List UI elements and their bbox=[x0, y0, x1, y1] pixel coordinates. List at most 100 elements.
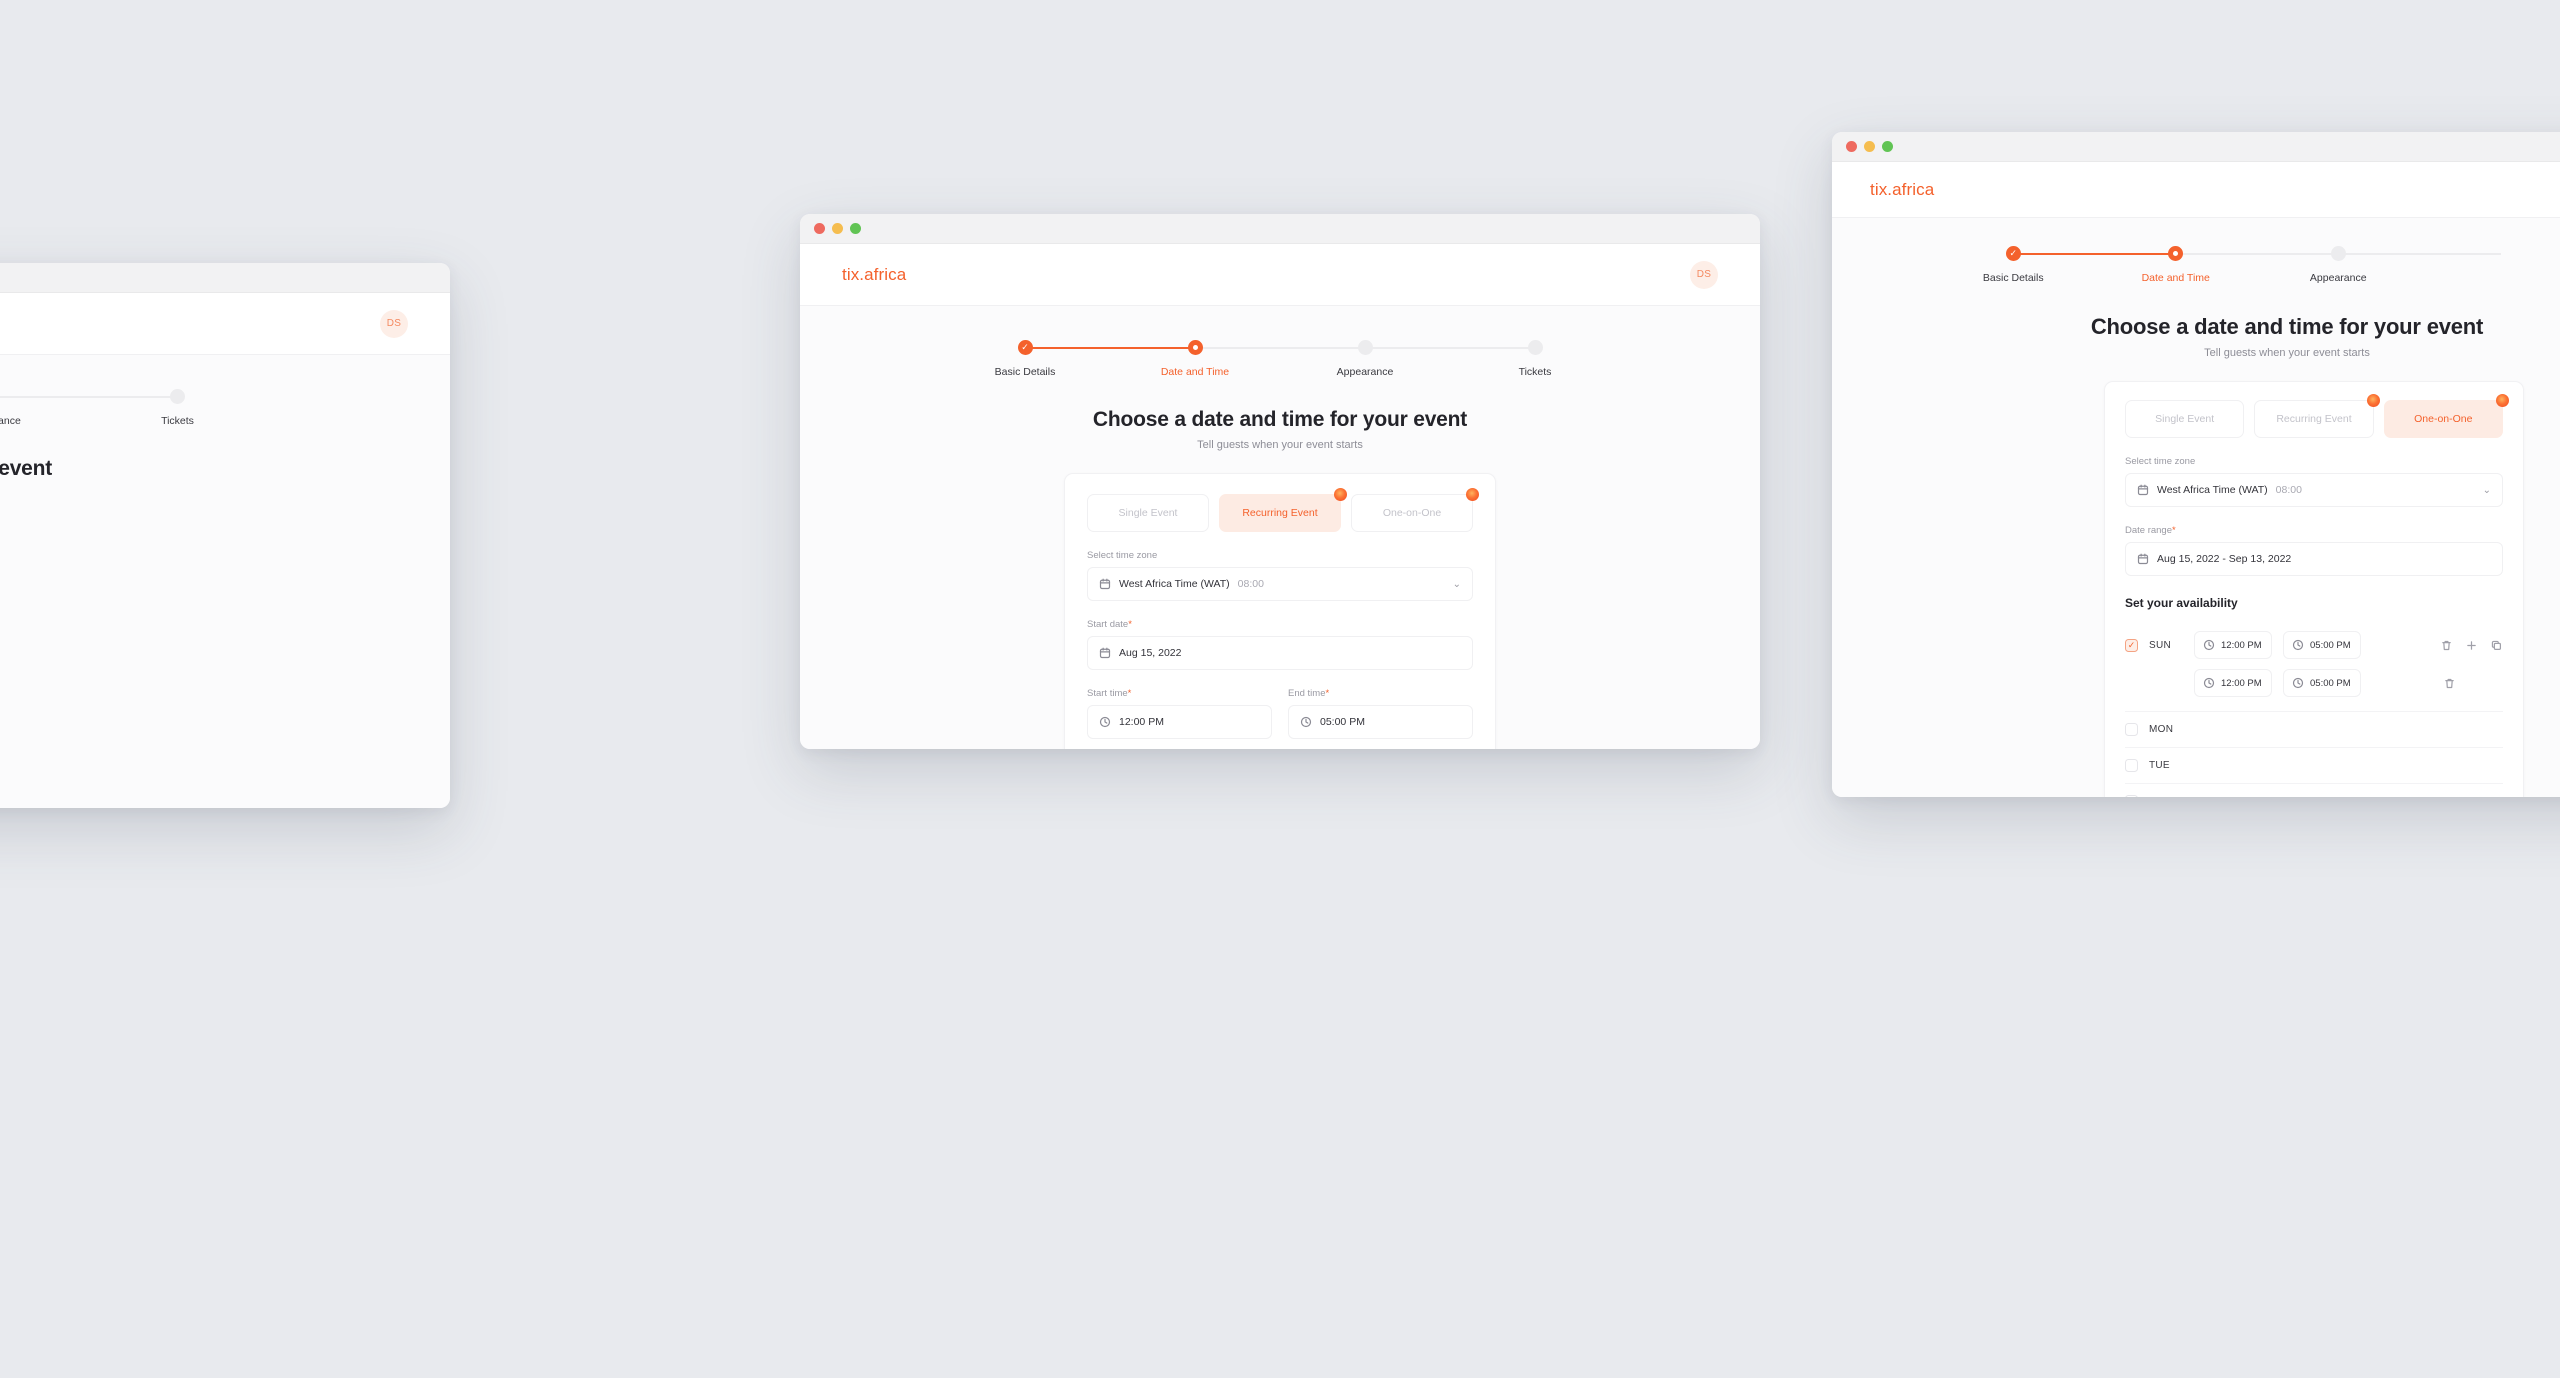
step-basic-details[interactable]: Basic Details bbox=[1932, 246, 2176, 284]
step-label: Appearance bbox=[2309, 272, 2367, 284]
time-row: Start time* 12:00 PM End time* 05:00 PM bbox=[1087, 688, 1473, 739]
close-window-icon[interactable] bbox=[814, 223, 825, 234]
step-label: Tickets bbox=[161, 415, 194, 427]
end-time-value: 05:00 PM bbox=[1320, 716, 1365, 728]
window-titlebar bbox=[1832, 132, 2560, 162]
start-time-input[interactable]: 12:00 PM bbox=[1087, 705, 1272, 739]
page-subtitle: Tell guests when your event starts bbox=[1197, 439, 1363, 451]
step-appearance[interactable]: Appearance bbox=[1280, 340, 1535, 378]
page-heading: Choose a date and time for your event Te… bbox=[800, 408, 1760, 451]
brand-logo[interactable]: tix.africa bbox=[1870, 180, 1934, 200]
new-feature-badge-icon bbox=[1334, 488, 1347, 501]
slot-start-time[interactable]: 12:00 PM bbox=[2194, 669, 2272, 697]
page-heading: Choose a date and time for your event Te… bbox=[0, 457, 235, 500]
maximize-window-icon[interactable] bbox=[850, 223, 861, 234]
slot-end-time[interactable]: 05:00 PM bbox=[2283, 669, 2361, 697]
step-tickets[interactable]: Tickets bbox=[1450, 340, 1620, 378]
trash-icon[interactable] bbox=[2443, 677, 2456, 690]
avatar[interactable]: DS bbox=[380, 309, 408, 338]
day-label: MON bbox=[2149, 724, 2174, 735]
step-basic-details[interactable]: Basic Details bbox=[940, 340, 1195, 378]
tab-label: One-on-One bbox=[2414, 413, 2473, 425]
plus-icon[interactable] bbox=[2465, 639, 2478, 652]
card-body: Single Event Recurring Event One-on-One … bbox=[1065, 474, 1495, 749]
step-label: Appearance bbox=[0, 415, 21, 427]
event-type-tabs: Single Event Recurring Event One-on-One bbox=[1087, 488, 1479, 532]
day-checkbox-tue[interactable] bbox=[2125, 759, 2138, 772]
step-tickets[interactable] bbox=[2420, 246, 2560, 284]
minimize-window-icon[interactable] bbox=[832, 223, 843, 234]
tab-recurring-event[interactable]: Recurring Event bbox=[2254, 394, 2380, 438]
tab-label: Single Event bbox=[2155, 413, 2215, 425]
minimize-window-icon[interactable] bbox=[1864, 141, 1875, 152]
end-time-label: End time* bbox=[1288, 688, 1330, 699]
day-label: WED bbox=[2149, 796, 2183, 797]
slot-end-time[interactable]: 05:00 PM bbox=[2283, 631, 2361, 659]
avatar[interactable]: DS bbox=[1690, 260, 1718, 289]
tab-recurring-event[interactable]: Recurring Event bbox=[1219, 488, 1347, 532]
slot-start-value: 12:00 PM bbox=[2221, 677, 2262, 689]
availability-day-row-sun: SUN 12:00 PM 05:00 PM bbox=[2125, 620, 2503, 664]
start-time-group: Start time* 12:00 PM bbox=[1087, 688, 1272, 739]
slot-actions bbox=[2443, 677, 2503, 690]
day-checkbox-wed[interactable] bbox=[2125, 795, 2138, 797]
timezone-select[interactable]: West Africa Time (WAT) 08:00 ⌄ bbox=[1087, 567, 1473, 601]
page-body: Basic Details Date and Time Appearance T… bbox=[800, 306, 1760, 749]
availability-day-row-wed[interactable]: WED bbox=[2125, 784, 2503, 797]
availability-day-row-tue[interactable]: TUE bbox=[2125, 748, 2503, 784]
tab-one-on-one[interactable]: One-on-One bbox=[2383, 394, 2509, 438]
trash-icon[interactable] bbox=[2440, 639, 2453, 652]
brand-logo[interactable]: tix.africa bbox=[842, 265, 906, 285]
availability-day-row-mon[interactable]: MON bbox=[2125, 712, 2503, 748]
clock-icon bbox=[1300, 716, 1312, 728]
start-date-value: Aug 15, 2022 bbox=[1119, 647, 1182, 659]
step-date-and-time[interactable]: Date and Time bbox=[1110, 340, 1365, 378]
tab-single-event[interactable]: Single Event bbox=[2125, 400, 2245, 438]
day-checkbox-sun[interactable] bbox=[2125, 638, 2138, 652]
close-window-icon[interactable] bbox=[1846, 141, 1857, 152]
calendar-icon bbox=[1099, 578, 1111, 590]
window-titlebar bbox=[0, 263, 450, 293]
step-label: Tickets bbox=[1518, 366, 1552, 378]
clock-icon bbox=[2203, 677, 2215, 689]
availability-list: SUN 12:00 PM 05:00 PM bbox=[2125, 620, 2503, 797]
clock-icon bbox=[1099, 716, 1111, 728]
step-appearance[interactable]: Appearance bbox=[2257, 246, 2501, 284]
tab-label: Single Event bbox=[1118, 507, 1178, 519]
availability-title: Set your availability bbox=[2125, 596, 2238, 610]
maximize-window-icon[interactable] bbox=[1882, 141, 1893, 152]
new-feature-badge-icon bbox=[2366, 394, 2380, 407]
page-body: Basic Details Date and Time Appearance T… bbox=[0, 355, 450, 808]
timezone-offset: 08:00 bbox=[1237, 578, 1264, 590]
page-title: Choose a date and time for your event bbox=[2090, 314, 2484, 339]
day-label: TUE bbox=[2149, 760, 2170, 771]
day-checkbox-mon[interactable] bbox=[2125, 723, 2138, 736]
timezone-offset: 08:00 bbox=[2275, 484, 2302, 496]
start-date-input[interactable]: Aug 15, 2022 bbox=[1087, 636, 1473, 670]
timezone-select[interactable]: West Africa Time (WAT) 08:00 ⌄ bbox=[2125, 473, 2503, 507]
page-subtitle: Tell guests when your event starts bbox=[0, 488, 235, 500]
date-range-label: Date range* bbox=[2125, 525, 2176, 536]
timezone-group: Select time zone West Africa Time (WAT) … bbox=[1087, 550, 1473, 601]
progress-stepper: Basic Details Date and Time Appearance T… bbox=[0, 355, 270, 427]
tab-single-event[interactable]: Single Event bbox=[1087, 494, 1209, 532]
tab-label: Recurring Event bbox=[2276, 413, 2352, 425]
event-type-tabs: Single Event Recurring Event One-on-One bbox=[2125, 394, 2509, 438]
browser-window-single-event: tix.africa DS Basic Details Date and Tim… bbox=[0, 263, 450, 808]
tab-label: Recurring Event bbox=[1242, 507, 1318, 519]
copy-icon[interactable] bbox=[2490, 639, 2503, 652]
end-time-input[interactable]: 05:00 PM bbox=[1288, 705, 1473, 739]
day-label: SUN bbox=[2149, 639, 2172, 651]
date-range-input[interactable]: Aug 15, 2022 - Sep 13, 2022 bbox=[2125, 542, 2503, 576]
slot-start-time[interactable]: 12:00 PM bbox=[2194, 631, 2272, 659]
step-appearance[interactable]: Appearance bbox=[0, 389, 178, 427]
clock-icon bbox=[2292, 677, 2304, 689]
step-date-and-time[interactable]: Date and Time bbox=[2095, 246, 2339, 284]
step-tickets[interactable]: Tickets bbox=[85, 389, 270, 427]
tab-one-on-one[interactable]: One-on-One bbox=[1351, 488, 1479, 532]
availability-day-row-sun-slot2: 12:00 PM 05:00 PM bbox=[2125, 664, 2503, 712]
chevron-down-icon: ⌄ bbox=[2482, 484, 2491, 496]
event-date-card: Single Event Recurring Event One-on-One … bbox=[1064, 473, 1496, 749]
step-label: Basic Details bbox=[1982, 272, 2044, 284]
timezone-group: Select time zone West Africa Time (WAT) … bbox=[2125, 456, 2503, 507]
